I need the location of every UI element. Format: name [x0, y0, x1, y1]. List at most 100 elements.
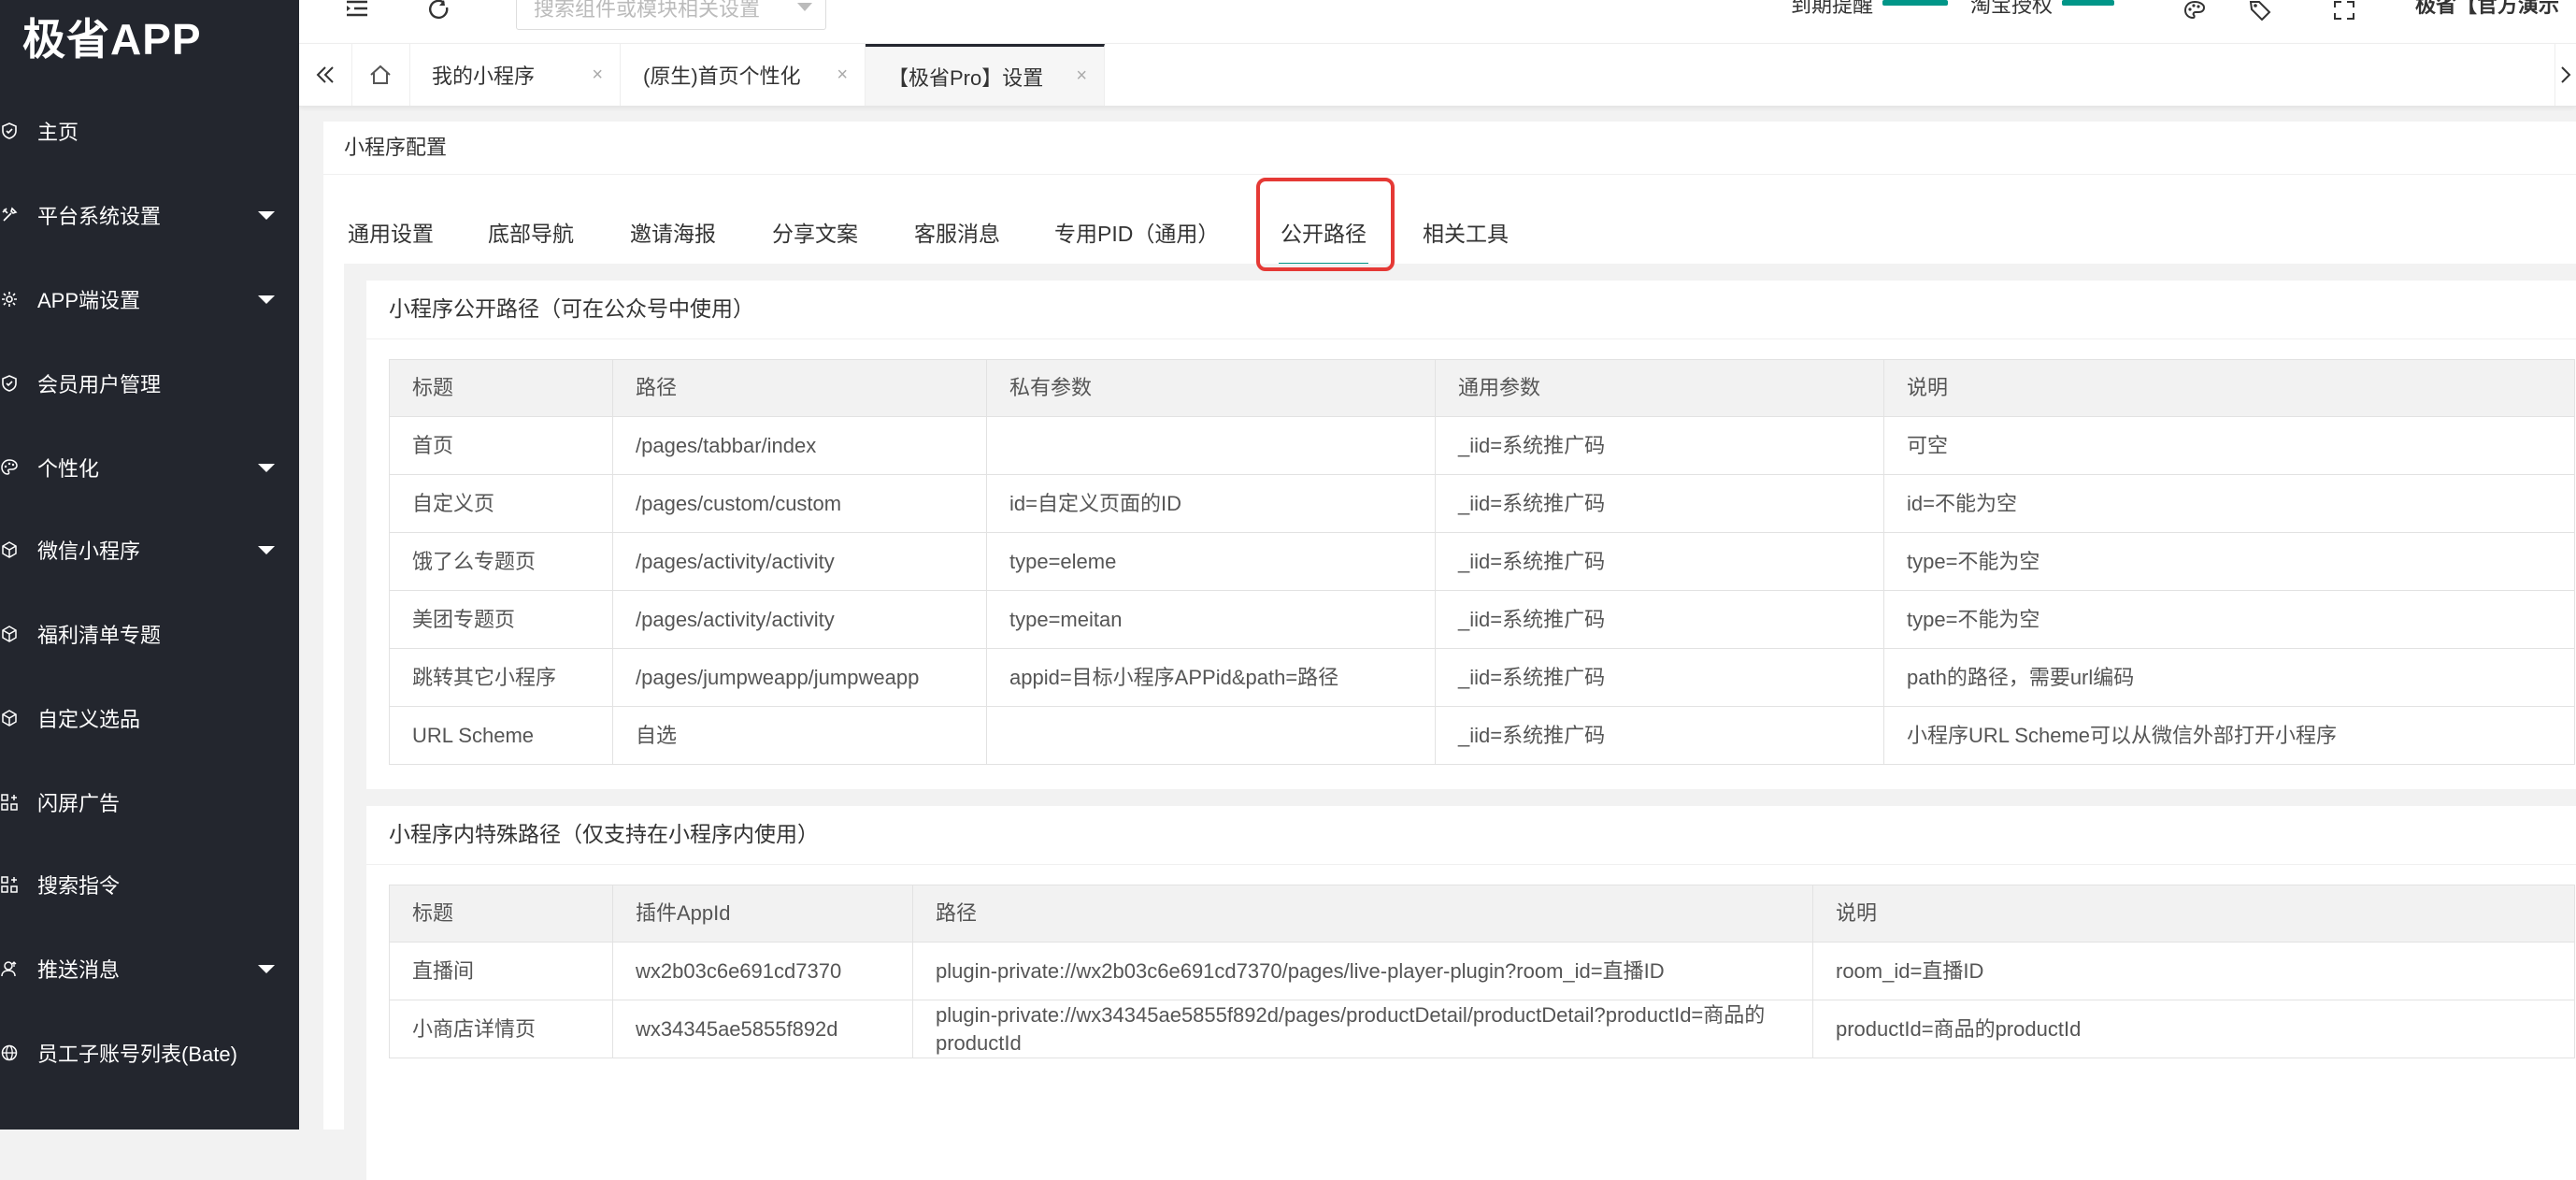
config-tabs: 通用设置 底部导航 邀请海报 分享文案 客服消息 专用PID（通用） 公开路径 … — [344, 198, 2576, 266]
user-account-menu[interactable]: 极省【官方演示 — [2415, 0, 2559, 22]
table-cell: 小程序URL Scheme可以从微信外部打开小程序 — [1883, 706, 2575, 765]
caret-down-icon — [258, 210, 275, 220]
card-title: 小程序公开路径（可在公众号中使用） — [389, 296, 754, 321]
tab-label: (原生)首页个性化 — [643, 65, 801, 88]
table-row: 美团专题页/pages/activity/activity type=meitan… — [389, 590, 2575, 649]
sidebar-item[interactable]: 闪屏广告 — [0, 774, 299, 830]
sidebar-item[interactable]: 自定义选品 — [0, 690, 299, 746]
tab-related-tools[interactable]: 相关工具 — [1419, 198, 1512, 264]
table-cell: 饿了么专题页 — [389, 532, 613, 591]
table-cell: URL Scheme — [389, 706, 613, 765]
tag-icon[interactable] — [2243, 0, 2277, 21]
public-paths-table: 标题 路径 私有参数 通用参数 说明 首页/pages/tabbar/index _iid… — [389, 359, 2575, 765]
caret-down-icon — [258, 964, 275, 973]
close-icon[interactable]: × — [837, 65, 848, 86]
sidebar-item[interactable]: 员工子账号列表(Bate) — [0, 1025, 299, 1081]
globe-icon — [0, 1043, 19, 1062]
table-cell: _iid=系统推广码 — [1435, 416, 1884, 475]
sidebar-item[interactable]: 搜索指令 — [0, 856, 299, 913]
divider — [323, 174, 2576, 175]
top-bar: 到期提醒 淘宝授权 极省【官方演示 — [299, 0, 2576, 43]
sidebar-item-label: 推送消息 — [37, 958, 121, 982]
sidebar-item-label: 员工子账号列表(Bate) — [37, 1043, 237, 1066]
tab-general-settings[interactable]: 通用设置 — [344, 198, 437, 264]
table-cell — [986, 706, 1436, 765]
taobao-auth-link[interactable]: 淘宝授权 — [1970, 0, 2053, 22]
close-icon[interactable]: × — [1076, 65, 1087, 87]
tab-invite-poster[interactable]: 邀请海报 — [626, 198, 720, 264]
table-cell: /pages/activity/activity — [612, 590, 987, 649]
table-cell: type=不能为空 — [1883, 532, 2575, 591]
table-cell: /pages/custom/custom — [612, 474, 987, 533]
table-cell: _iid=系统推广码 — [1435, 706, 1884, 765]
sidebar-item[interactable]: 微信小程序 — [0, 522, 299, 578]
table-cell — [986, 416, 1436, 475]
table-cell: 跳转其它小程序 — [389, 648, 613, 707]
tab-home-personalize[interactable]: (原生)首页个性化 × — [621, 44, 866, 106]
divider — [366, 338, 2576, 339]
tab-share-copy[interactable]: 分享文案 — [768, 198, 862, 264]
tabs-scroll-left-icon[interactable] — [299, 44, 352, 106]
column-header: 说明 — [1812, 885, 2575, 943]
tab-service-message[interactable]: 客服消息 — [910, 198, 1004, 264]
table-cell: 自定义页 — [389, 474, 613, 533]
chevron-down-icon — [797, 3, 812, 11]
table-cell: appid=目标小程序APPid&path=路径 — [986, 648, 1436, 707]
table-cell: 首页 — [389, 416, 613, 475]
tab-public-paths[interactable]: 公开路径 — [1277, 198, 1370, 266]
tab-pro-settings[interactable]: 【极省Pro】设置 × — [866, 44, 1105, 106]
table-row: 饿了么专题页/pages/activity/activity type=eleme… — [389, 532, 2575, 591]
special-paths-table: 标题 插件AppId 路径 说明 直播间 wx2b03c6e691cd7370 plugi… — [389, 885, 2575, 1058]
table-cell: 小商店详情页 — [389, 1000, 613, 1058]
table-row: 直播间 wx2b03c6e691cd7370 plugin-private://wx… — [389, 942, 2575, 1000]
palette-icon[interactable] — [2178, 0, 2211, 21]
sidebar-item[interactable]: 主页 — [0, 103, 299, 159]
table-cell: 可空 — [1883, 416, 2575, 475]
user-icon — [0, 959, 19, 978]
cube-icon — [0, 625, 19, 643]
sidebar-item[interactable]: 推送消息 — [0, 941, 299, 997]
sidebar-item-label: APP端设置 — [37, 289, 141, 312]
tab-bottom-nav[interactable]: 底部导航 — [484, 198, 578, 264]
tab-label: 我的小程序 — [432, 65, 536, 88]
sidebar-item-label: 闪屏广告 — [37, 792, 121, 815]
fullscreen-icon[interactable] — [2327, 0, 2361, 21]
caret-down-icon — [258, 463, 275, 472]
table-row: 自定义页/pages/custom/custom id=自定义页面的ID _iid=… — [389, 474, 2575, 533]
table-cell: _iid=系统推广码 — [1435, 532, 1884, 591]
search-input[interactable] — [517, 0, 803, 29]
app-logo: 极省APP — [22, 15, 202, 64]
close-icon[interactable]: × — [592, 65, 603, 86]
sidebar-item[interactable]: 福利清单专题 — [0, 606, 299, 662]
tabs-scroll-right-icon[interactable] — [2555, 44, 2576, 106]
table-cell: id=自定义页面的ID — [986, 474, 1436, 533]
sidebar-item-label: 微信小程序 — [37, 540, 141, 563]
refresh-icon[interactable] — [422, 0, 456, 21]
tab-dedicated-pid[interactable]: 专用PID（通用） — [1051, 198, 1223, 264]
table-row: 跳转其它小程序/pages/jumpweapp/jumpweapp appid=目… — [389, 648, 2575, 707]
menu-collapse-icon[interactable] — [340, 0, 374, 21]
expire-reminder-link[interactable]: 到期提醒 — [1791, 0, 1873, 22]
sidebar: 极省APP 主页平台系统设置 APP端设置会员用户管理 个性化微信小程序福利清单专题… — [0, 0, 299, 1130]
gear-icon — [0, 290, 19, 309]
sidebar-item[interactable]: 会员用户管理 — [0, 355, 299, 411]
sidebar-item[interactable]: 个性化 — [0, 439, 299, 496]
table-cell: type=不能为空 — [1883, 590, 2575, 649]
table-cell: path的路径，需要url编码 — [1883, 648, 2575, 707]
column-header: 说明 — [1883, 359, 2575, 417]
tools-icon — [0, 206, 19, 224]
column-header: 路径 — [912, 885, 1813, 943]
sidebar-item-label: 搜索指令 — [37, 874, 121, 898]
public-paths-card: 小程序公开路径（可在公众号中使用） 标题 路径 私有参数 通用参数 说明 首页/page… — [366, 281, 2576, 789]
home-tab-icon[interactable] — [351, 44, 410, 106]
sidebar-item[interactable]: 平台系统设置 — [0, 187, 299, 243]
sidebar-item-label: 主页 — [37, 121, 79, 144]
tab-my-miniprogram[interactable]: 我的小程序 × — [409, 44, 621, 106]
column-header: 路径 — [612, 359, 987, 417]
table-cell: room_id=直播ID — [1812, 942, 2575, 1000]
table-cell: plugin-private://wx2b03c6e691cd7370/page… — [912, 942, 1813, 1000]
cube-icon — [0, 540, 19, 559]
search-select[interactable] — [516, 0, 826, 30]
card-title: 小程序内特殊路径（仅支持在小程序内使用） — [389, 822, 819, 846]
sidebar-item[interactable]: APP端设置 — [0, 271, 299, 327]
